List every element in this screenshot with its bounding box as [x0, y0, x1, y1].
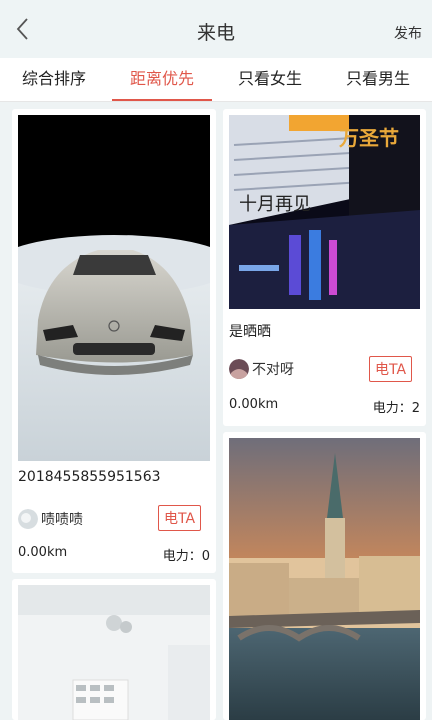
top-bar: 来电 发布	[0, 0, 432, 58]
post-author[interactable]: 啧啧啧	[18, 509, 83, 529]
distance-label: 0.00km	[18, 545, 68, 560]
author-name: 不对呀	[252, 362, 294, 378]
post-photo-room[interactable]	[18, 585, 210, 720]
post-card[interactable]	[223, 432, 426, 720]
tab-distance[interactable]: 距离优先	[108, 58, 216, 101]
october-text: 十月再见	[239, 194, 311, 215]
avatar[interactable]	[18, 509, 38, 529]
distance-label: 0.00km	[229, 397, 279, 412]
post-photo-halloween[interactable]: 万圣节 十月再见	[229, 115, 420, 309]
post-card[interactable]: 2018455855951563 啧啧啧 电TA 0.00km 电力：0	[12, 109, 216, 573]
sort-tabs: 综合排序 距离优先 只看女生 只看男生	[0, 58, 432, 102]
call-button[interactable]: 电TA	[158, 505, 202, 531]
post-title: 是晒晒	[229, 324, 271, 340]
post-card[interactable]	[12, 579, 216, 720]
tab-female-only[interactable]: 只看女生	[216, 58, 324, 101]
page-title: 来电	[196, 22, 235, 44]
call-button[interactable]: 电TA	[369, 356, 413, 382]
post-photo-church[interactable]	[229, 438, 420, 720]
halloween-text: 万圣节	[338, 126, 399, 150]
post-title: 2018455855951563	[18, 469, 161, 485]
power-label: 电力：2	[372, 401, 420, 416]
post-card[interactable]: 万圣节 十月再见 是晒晒 不对呀 电TA 0.00km 电力：2	[223, 109, 426, 426]
tab-overall[interactable]: 综合排序	[0, 58, 108, 101]
tab-male-only[interactable]: 只看男生	[324, 58, 432, 101]
avatar[interactable]	[229, 359, 249, 379]
author-name: 啧啧啧	[41, 512, 83, 528]
post-author[interactable]: 不对呀	[229, 359, 294, 379]
power-label: 电力：0	[162, 549, 210, 564]
post-photo-car[interactable]	[18, 115, 210, 461]
publish-button[interactable]: 发布	[394, 23, 422, 43]
